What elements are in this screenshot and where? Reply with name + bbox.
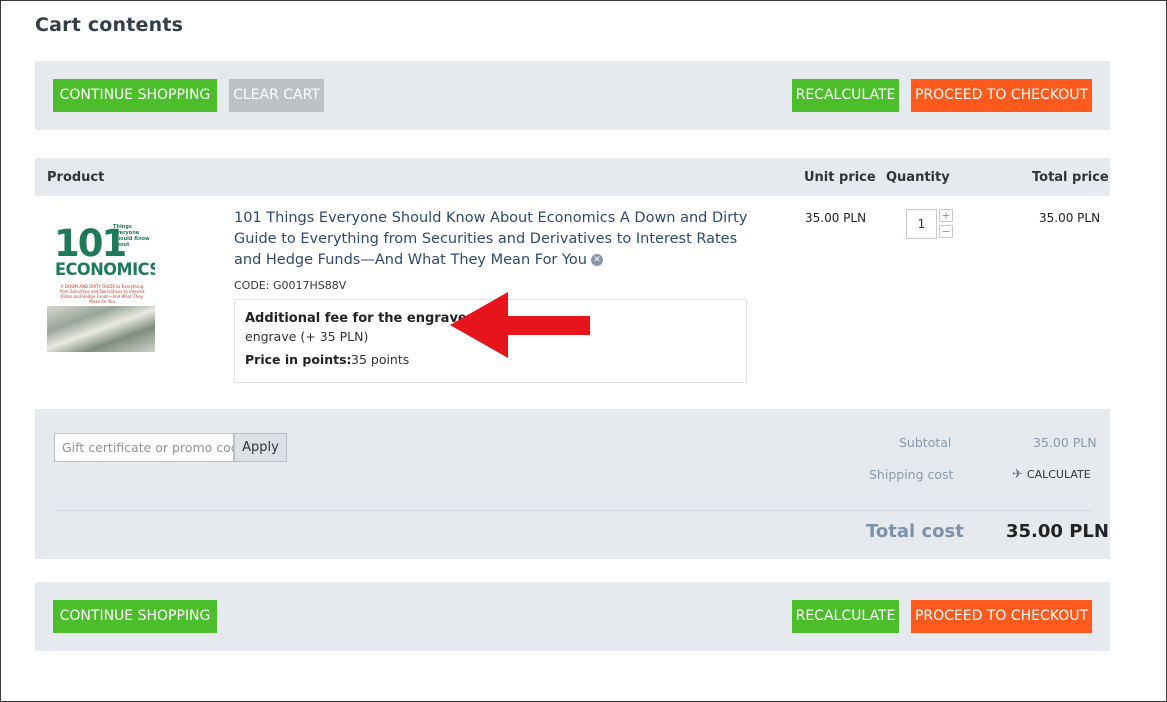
header-total-price: Total price: [1032, 170, 1109, 185]
quantity-increase-button[interactable]: +: [939, 209, 953, 222]
recalculate-button-bottom[interactable]: RECALCULATE: [792, 600, 899, 633]
continue-shopping-button-bottom[interactable]: CONTINUE SHOPPING: [53, 600, 217, 633]
annotation-arrow-icon: [450, 292, 590, 358]
unit-price: 35.00 PLN: [805, 211, 867, 225]
apply-promo-button[interactable]: Apply: [234, 433, 287, 462]
option-value: engrave (+ 35 PLN): [245, 329, 369, 344]
subtotal-label: Subtotal: [899, 435, 952, 450]
cover-money-illustration: [47, 306, 155, 352]
summary-divider: [54, 510, 1091, 511]
continue-shopping-button[interactable]: CONTINUE SHOPPING: [53, 79, 217, 112]
product-name[interactable]: 101 Things Everyone Should Know About Ec…: [234, 210, 747, 268]
proceed-to-checkout-button-bottom[interactable]: PROCEED TO CHECKOUT: [911, 600, 1092, 633]
product-code: CODE: G0017HS88V: [234, 279, 347, 292]
product-image[interactable]: 101 Things Everyone Should Know about EC…: [47, 220, 155, 352]
cart-table-header: Product Unit price Quantity Total price: [35, 158, 1110, 196]
clear-cart-button[interactable]: CLEAR CART: [229, 79, 324, 112]
total-cost-label: Total cost: [866, 521, 964, 542]
header-unit-price: Unit price: [804, 170, 876, 185]
airplane-icon: ✈: [1012, 467, 1023, 482]
quantity-input[interactable]: 1: [906, 209, 937, 239]
cover-small-text: Things Everyone Should Know about: [113, 224, 150, 248]
option-title: Additional fee for the engraver:: [245, 311, 479, 326]
recalculate-button[interactable]: RECALCULATE: [792, 79, 899, 112]
proceed-to-checkout-button[interactable]: PROCEED TO CHECKOUT: [911, 79, 1092, 112]
item-total-price: 35.00 PLN: [1039, 211, 1101, 225]
cover-subtitle: A DOWN AND DIRTY GUIDE to Everything fro…: [59, 284, 145, 304]
calculate-shipping-link[interactable]: ✈ CALCULATE: [1012, 467, 1091, 482]
shipping-cost-label: Shipping cost: [869, 467, 954, 482]
cart-summary: Gift certificate or promo code Apply Sub…: [35, 409, 1110, 559]
remove-item-icon[interactable]: ✕: [591, 254, 603, 266]
points-value: 35 points: [351, 352, 410, 367]
points-label: Price in points:: [245, 352, 352, 367]
total-cost-value: 35.00 PLN: [1006, 521, 1109, 542]
header-quantity: Quantity: [886, 170, 950, 185]
product-name-link[interactable]: 101 Things Everyone Should Know About Ec…: [234, 208, 754, 271]
cover-word: ECONOMICS: [55, 260, 155, 280]
bottom-action-bar: CONTINUE SHOPPING RECALCULATE PROCEED TO…: [35, 582, 1110, 651]
page-title: Cart contents: [35, 14, 184, 36]
header-product: Product: [47, 170, 105, 185]
quantity-decrease-button[interactable]: −: [939, 225, 953, 238]
top-action-bar: CONTINUE SHOPPING CLEAR CART RECALCULATE…: [35, 61, 1110, 130]
promo-code-input[interactable]: Gift certificate or promo code: [54, 433, 234, 462]
calculate-shipping-label: CALCULATE: [1026, 468, 1091, 481]
subtotal-value: 35.00 PLN: [1033, 435, 1097, 450]
